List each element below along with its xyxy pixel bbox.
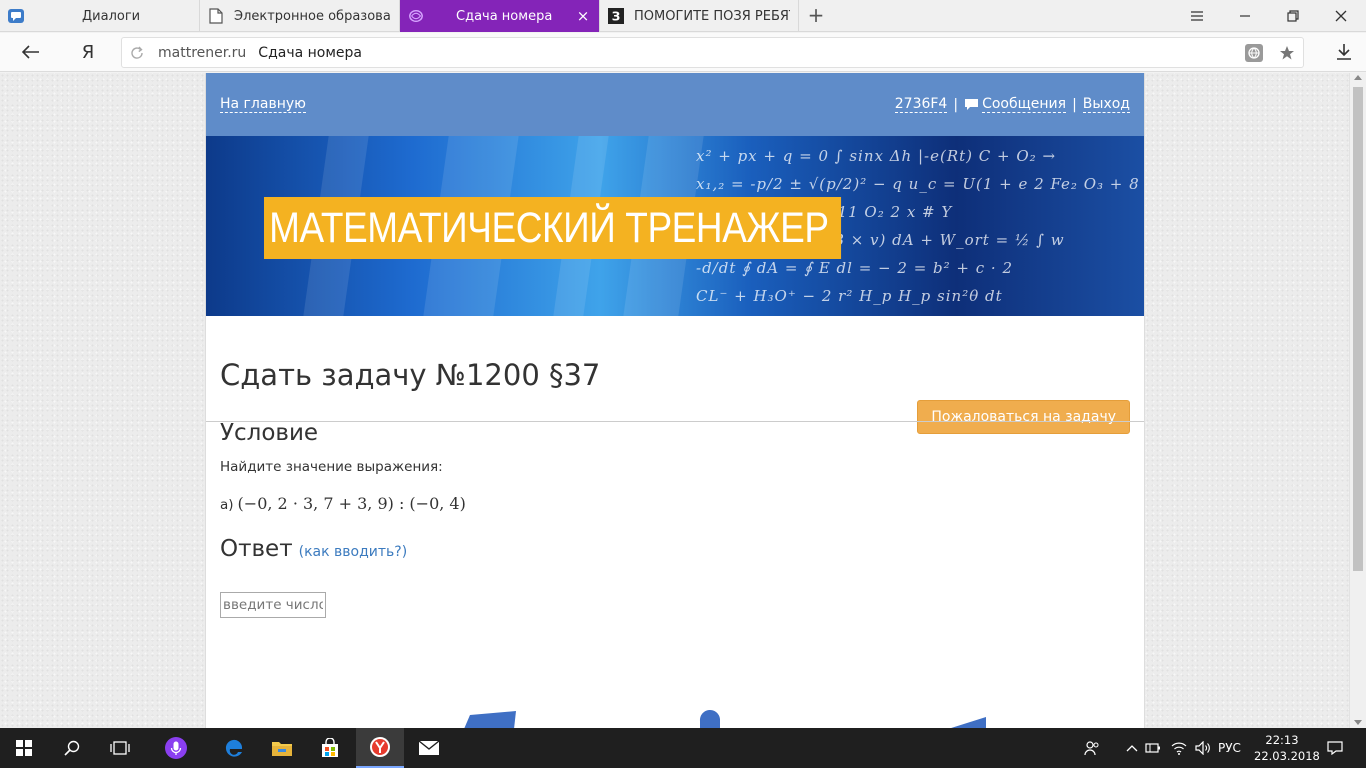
logout-link[interactable]: Выход — [1082, 96, 1130, 113]
decor-book-shape — [464, 711, 516, 728]
site-banner: x² + px + q = 0 ∫ sinx Δh |-e(Rt) C + O₂… — [206, 136, 1144, 316]
back-arrow-icon[interactable] — [17, 39, 45, 65]
url-input[interactable]: mattrener.ru Сдача номера — [121, 37, 1304, 68]
task-item-label: а) — [220, 497, 234, 513]
document-icon — [208, 8, 224, 24]
answer-input[interactable] — [220, 592, 326, 618]
home-link[interactable]: На главную — [220, 96, 306, 113]
minimize-icon[interactable] — [1222, 0, 1268, 32]
language-indicator[interactable]: РУС — [1218, 728, 1241, 768]
url-page-title: Сдача номера — [258, 44, 362, 61]
alice-icon — [408, 8, 424, 24]
clock[interactable]: 22:13 22.03.2018 — [1254, 732, 1320, 764]
restore-icon[interactable] — [1270, 0, 1316, 32]
vk-messages-icon — [8, 8, 24, 24]
section-divider — [206, 421, 1144, 422]
user-box: 2736F4 | Сообщения | Выход — [894, 96, 1130, 113]
protect-icon[interactable] — [1245, 44, 1263, 66]
svg-text:З: З — [612, 10, 621, 24]
page-scrollbar[interactable] — [1349, 73, 1366, 728]
answer-heading-row: Ответ (как вводить?) — [220, 536, 407, 562]
notifications-icon[interactable] — [1320, 728, 1350, 768]
formula-line: CL⁻ + H₃O⁺ − 2 r² H_p H_p sin²θ dt — [696, 287, 1003, 305]
report-task-button[interactable]: Пожаловаться на задачу — [917, 400, 1130, 434]
people-icon[interactable] — [1082, 740, 1102, 756]
decor-arrow-shape — [951, 717, 986, 728]
store-icon[interactable] — [306, 728, 354, 768]
windows-taskbar: РУС 22:13 22.03.2018 — [0, 728, 1366, 768]
new-tab-button[interactable]: + — [805, 4, 827, 26]
page-viewport: На главную 2736F4 | Сообщения | Выход x²… — [0, 73, 1349, 728]
tab-title: ПОМОГИТЕ ПОЗЯ РЕБЯТТТ — [634, 8, 790, 24]
tab-title: Диалоги — [82, 8, 141, 24]
speech-bubble-icon — [964, 98, 979, 111]
task-expression: (−0, 2 · 3, 7 + 3, 9) : (−0, 4) — [237, 494, 466, 513]
clock-time: 22:13 — [1265, 733, 1299, 747]
banner-title: МАТЕМАТИЧЕСКИЙ ТРЕНАЖЕР — [264, 197, 841, 259]
answer-heading: Ответ — [220, 536, 293, 562]
page-title: Сдать задачу №1200 §37 — [220, 358, 601, 392]
formula-line: x₁,₂ = -p/2 ± √(p/2)² − q u_c = U(1 + e … — [696, 175, 1144, 193]
system-tray — [1082, 728, 1212, 768]
chevron-up-icon[interactable] — [1124, 744, 1140, 752]
download-icon[interactable] — [1331, 39, 1357, 65]
answer-help-link[interactable]: (как вводить?) — [299, 544, 408, 560]
formula-line: x² + px + q = 0 ∫ sinx Δh |-e(Rt) C + O₂… — [696, 147, 1057, 165]
scrollbar-thumb[interactable] — [1353, 87, 1363, 571]
volume-icon[interactable] — [1194, 741, 1212, 755]
tab-submit-task[interactable]: Сдача номера × — [400, 0, 600, 32]
address-bar: Я mattrener.ru Сдача номера — [0, 33, 1366, 72]
reload-icon[interactable] — [130, 46, 146, 60]
windows-start-icon[interactable] — [0, 728, 48, 768]
tab-title: Сдача номера — [456, 8, 553, 24]
tab-help-question[interactable]: З ПОМОГИТЕ ПОЗЯ РЕБЯТТТ — [600, 0, 799, 32]
alice-voice-icon[interactable] — [152, 728, 200, 768]
file-explorer-icon[interactable] — [258, 728, 306, 768]
site-top-bar: На главную 2736F4 | Сообщения | Выход — [206, 73, 1144, 136]
site-container: На главную 2736F4 | Сообщения | Выход x²… — [205, 73, 1145, 728]
close-icon[interactable]: × — [575, 8, 591, 24]
clock-date: 22.03.2018 — [1254, 749, 1320, 763]
bookmark-star-icon[interactable] — [1279, 45, 1295, 65]
close-window-icon[interactable] — [1318, 0, 1364, 32]
separator: | — [1072, 96, 1077, 113]
znanija-icon: З — [608, 8, 624, 24]
task-expression-row: а) (−0, 2 · 3, 7 + 3, 9) : (−0, 4) — [220, 494, 466, 513]
tab-electronic-education[interactable]: Электронное образование — [200, 0, 400, 32]
menu-icon[interactable] — [1174, 0, 1220, 32]
url-host: mattrener.ru — [158, 44, 247, 61]
task-view-icon[interactable] — [96, 728, 144, 768]
tab-title: Электронное образование — [234, 8, 391, 24]
tab-dialogs[interactable]: Диалоги — [0, 0, 200, 32]
yandex-button[interactable]: Я — [74, 39, 102, 65]
browser-tab-strip: Диалоги Электронное образование Сдача но… — [0, 0, 1366, 32]
scroll-up-icon[interactable] — [1354, 75, 1362, 80]
decor-question-shape — [699, 710, 720, 728]
separator: | — [953, 96, 959, 113]
yandex-browser-icon[interactable] — [356, 728, 404, 768]
condition-heading: Условие — [220, 420, 319, 446]
battery-icon[interactable] — [1144, 742, 1162, 754]
user-id-link[interactable]: 2736F4 — [894, 96, 948, 113]
search-icon[interactable] — [48, 728, 96, 768]
mail-icon[interactable] — [405, 728, 453, 768]
messages-link[interactable]: Сообщения — [982, 96, 1067, 113]
scroll-down-icon[interactable] — [1354, 720, 1362, 725]
wifi-icon[interactable] — [1170, 741, 1188, 755]
edge-browser-icon[interactable] — [210, 728, 258, 768]
task-text: Найдите значение выражения: — [220, 459, 443, 475]
